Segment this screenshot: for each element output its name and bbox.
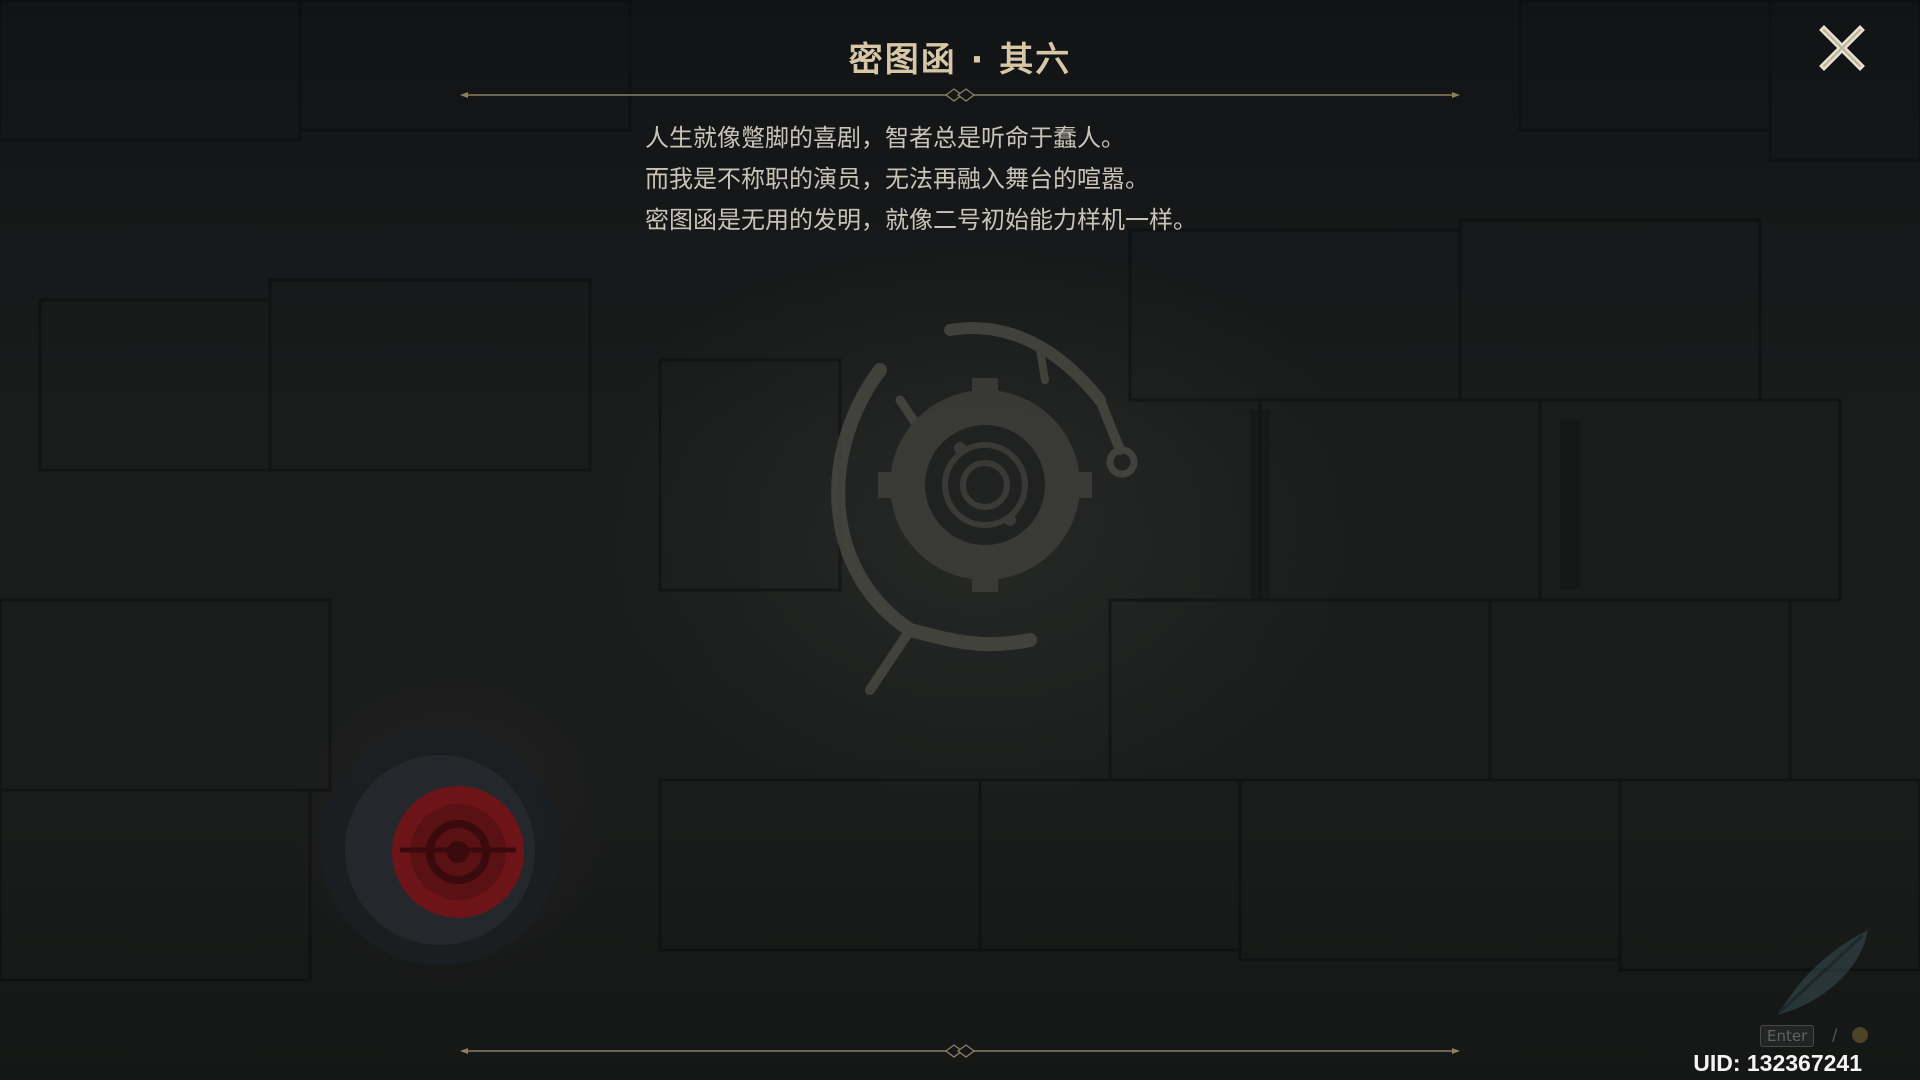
letter-body: 人生就像蹩脚的喜剧，智者总是听命于蠢人。 而我是不称职的演员，无法再融入舞台的喧… (645, 118, 1405, 241)
red-mechanism-button[interactable] (300, 700, 580, 980)
dialog-title: 密图函 · 其六 (848, 40, 1072, 80)
letter-line: 密图函是无用的发明，就像二号初始能力样机一样。 (645, 206, 1197, 234)
game-scene: 密图函 · 其六 人生就像蹩脚的喜剧，智者总是听命于蠢人。 而我是不称职的演员，… (0, 0, 1920, 1080)
letter-line: 而我是不称职的演员，无法再融入舞台的喧嚣。 (645, 165, 1149, 193)
letter-line: 人生就像蹩脚的喜剧，智者总是听命于蠢人。 (645, 124, 1125, 152)
close-icon[interactable] (1818, 24, 1866, 72)
key-separator: / (1832, 1025, 1838, 1044)
feather-icon (1778, 930, 1868, 1015)
bottom-divider (460, 1044, 1460, 1058)
dialog-header: 密图函 · 其六 (460, 20, 1460, 110)
key-hint: Enter / (1760, 1025, 1880, 1047)
enter-key-hint[interactable]: Enter (1760, 1025, 1815, 1047)
title-divider (460, 88, 1460, 102)
gear-emblem (831, 322, 1138, 695)
player-uid: UID: 132367241 (1693, 1050, 1862, 1076)
gamepad-button-icon (1852, 1027, 1868, 1043)
